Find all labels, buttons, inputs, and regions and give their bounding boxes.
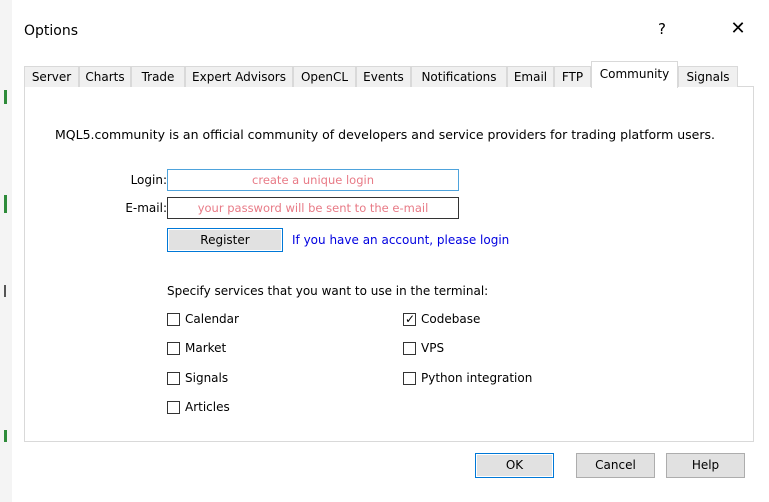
help-button[interactable]: Help — [666, 453, 745, 478]
checkbox-box[interactable] — [167, 401, 180, 414]
options-dialog: Options ? ✕ Server Charts Trade Expert A… — [12, 10, 760, 490]
checkbox-label: Codebase — [421, 312, 481, 326]
tab-charts[interactable]: Charts — [79, 66, 131, 87]
checkbox-box[interactable] — [167, 313, 180, 326]
login-label: Login: — [130, 173, 167, 187]
chart-candle — [4, 195, 7, 213]
tab-signals[interactable]: Signals — [678, 66, 738, 87]
checkbox-label: Signals — [185, 371, 229, 385]
tab-trade[interactable]: Trade — [131, 66, 185, 87]
email-input[interactable] — [167, 197, 459, 219]
login-link[interactable]: If you have an account, please login — [292, 233, 509, 247]
checkbox-box[interactable]: ✓ — [403, 312, 416, 326]
chart-candle — [4, 430, 7, 442]
title-bar: Options ? ✕ — [12, 10, 760, 54]
community-panel: MQL5.community is an official community … — [24, 87, 754, 442]
checkbox-label: Calendar — [185, 312, 239, 326]
tab-ftp[interactable]: FTP — [554, 66, 591, 87]
login-input[interactable] — [167, 169, 459, 191]
chart-candle — [4, 285, 6, 297]
email-label: E-mail: — [125, 201, 167, 215]
checkbox-box[interactable] — [167, 342, 180, 355]
dialog-title: Options — [24, 23, 79, 39]
background-chart-edge — [0, 0, 12, 502]
checkbox-box[interactable] — [403, 372, 416, 385]
tab-events[interactable]: Events — [356, 66, 411, 87]
checkbox-label: Market — [185, 341, 227, 355]
cancel-button[interactable]: Cancel — [576, 453, 655, 478]
tab-email[interactable]: Email — [507, 66, 554, 87]
tab-expert-advisors[interactable]: Expert Advisors — [185, 66, 293, 87]
services-title: Specify services that you want to use in… — [167, 284, 489, 298]
tab-community[interactable]: Community — [591, 61, 678, 88]
tab-server[interactable]: Server — [24, 66, 79, 87]
tab-bar: Server Charts Trade Expert Advisors Open… — [24, 61, 754, 88]
checkbox-label: Python integration — [421, 371, 533, 385]
intro-text: MQL5.community is an official community … — [55, 127, 715, 142]
register-button[interactable]: Register — [167, 228, 283, 252]
checkmark-icon: ✓ — [405, 312, 416, 326]
tab-opencl[interactable]: OpenCL — [293, 66, 356, 87]
checkbox-box[interactable] — [403, 342, 416, 355]
chart-candle — [4, 90, 7, 104]
tab-notifications[interactable]: Notifications — [411, 66, 507, 87]
ok-button[interactable]: OK — [475, 453, 554, 478]
close-icon[interactable]: ✕ — [726, 18, 750, 42]
help-icon[interactable]: ? — [652, 20, 672, 42]
checkbox-box[interactable] — [167, 372, 180, 385]
checkbox-label: VPS — [421, 341, 445, 355]
checkbox-label: Articles — [185, 400, 230, 414]
